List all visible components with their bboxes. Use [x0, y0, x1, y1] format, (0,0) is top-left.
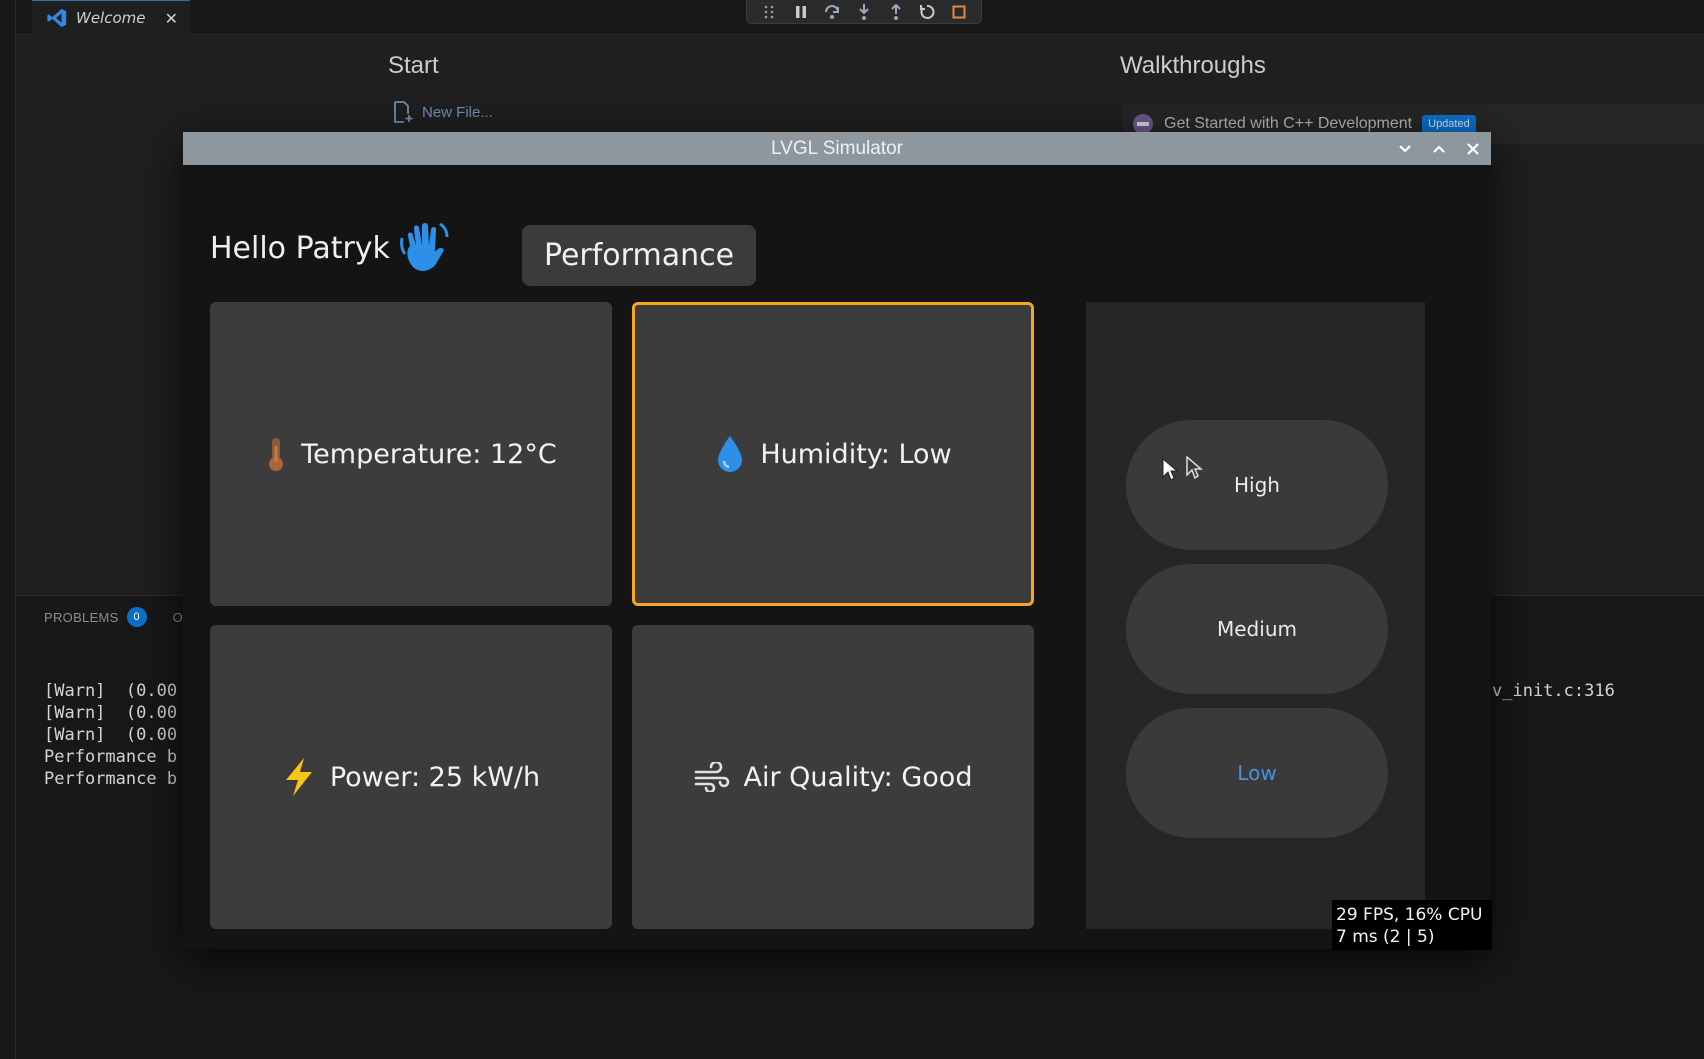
- terminal-line: [Warn] (0.00: [44, 703, 178, 723]
- low-button[interactable]: Low: [1126, 708, 1388, 838]
- fps-line-1: 29 FPS, 16% CPU: [1336, 905, 1483, 925]
- terminal-line: Performance b: [44, 747, 178, 767]
- new-file-link[interactable]: New File...: [392, 100, 493, 124]
- simulator-titlebar[interactable]: LVGL Simulator: [183, 132, 1491, 165]
- greeting-text: Hello Patryk: [210, 230, 390, 266]
- fps-monitor: 29 FPS, 16% CPU 7 ms (2 | 5): [1332, 900, 1492, 950]
- humidity-card[interactable]: Humidity: Low: [632, 302, 1034, 606]
- walkthrough-label: Get Started with C++ Development: [1164, 115, 1413, 132]
- tab-output[interactable]: O: [173, 610, 183, 625]
- medium-button[interactable]: Medium: [1126, 564, 1388, 694]
- minimize-icon[interactable]: [1395, 139, 1415, 159]
- tab-close-icon[interactable]: ✕: [165, 9, 178, 28]
- vscode-logo-icon: [47, 8, 67, 28]
- simulator-content: Hello Patryk Performance Temperature: 12…: [183, 165, 1491, 949]
- mouse-pointer-outline-icon: [1186, 456, 1204, 480]
- activity-bar: [0, 0, 16, 1059]
- terminal-line: [Warn] (0.00: [44, 681, 178, 701]
- thermometer-icon: [269, 438, 284, 471]
- terminal-line: [Warn] (0.00: [44, 725, 178, 745]
- new-file-icon: [394, 101, 413, 123]
- panel-tabs: PROBLEMS 0 O: [44, 607, 183, 627]
- step-into-icon[interactable]: [855, 3, 873, 21]
- air-quality-card[interactable]: Air Quality: Good: [632, 625, 1034, 929]
- air-quality-label: Air Quality: Good: [743, 761, 973, 793]
- walkthroughs-heading: Walkthroughs: [1120, 52, 1266, 79]
- greeting: Hello Patryk: [210, 222, 450, 273]
- waving-hand-icon: [400, 222, 449, 271]
- lvgl-simulator-window: LVGL Simulator Hello Patryk Performance: [183, 132, 1491, 949]
- level-panel: High Medium Low: [1086, 302, 1425, 929]
- wind-icon: [694, 762, 729, 792]
- simulator-title: LVGL Simulator: [771, 137, 903, 159]
- medium-label: Medium: [1217, 617, 1297, 641]
- lightning-icon: [285, 758, 312, 796]
- debug-toolbar: [746, 0, 982, 24]
- humidity-label: Humidity: Low: [760, 438, 952, 470]
- close-icon[interactable]: [1463, 139, 1483, 159]
- high-button[interactable]: High: [1126, 420, 1388, 550]
- tab-welcome[interactable]: Welcome ✕: [32, 0, 190, 35]
- problems-count-badge: 0: [126, 607, 147, 627]
- tab-title: Welcome: [76, 9, 146, 27]
- step-over-icon[interactable]: [823, 3, 841, 21]
- performance-button[interactable]: Performance: [522, 225, 756, 286]
- updated-badge: Updated: [1422, 115, 1476, 133]
- fps-line-2: 7 ms (2 | 5): [1336, 927, 1435, 947]
- temperature-label: Temperature: 12°C: [301, 438, 557, 470]
- terminal-source-ref: v_init.c:316: [1492, 681, 1615, 701]
- tab-problems[interactable]: PROBLEMS: [44, 610, 119, 625]
- power-label: Power: 25 kW/h: [329, 761, 541, 793]
- high-label: High: [1234, 473, 1280, 497]
- terminal-line: Performance b: [44, 769, 178, 789]
- restart-icon[interactable]: [918, 3, 936, 21]
- step-out-icon[interactable]: [887, 3, 905, 21]
- drag-handle-icon[interactable]: [760, 3, 778, 21]
- maximize-icon[interactable]: [1429, 139, 1449, 159]
- stop-icon[interactable]: [950, 3, 968, 21]
- water-drop-icon: [718, 436, 743, 472]
- new-file-label: New File...: [422, 103, 493, 121]
- pause-icon[interactable]: [792, 3, 810, 21]
- power-card[interactable]: Power: 25 kW/h: [210, 625, 612, 929]
- start-heading: Start: [388, 52, 439, 79]
- terminal-output: [Warn] (0.00 [Warn] (0.00 [Warn] (0.00 Perf…: [44, 680, 184, 790]
- temperature-card[interactable]: Temperature: 12°C: [210, 302, 612, 606]
- low-label: Low: [1237, 761, 1277, 785]
- window-controls: [1395, 132, 1483, 165]
- mouse-pointer-icon: [1162, 458, 1178, 481]
